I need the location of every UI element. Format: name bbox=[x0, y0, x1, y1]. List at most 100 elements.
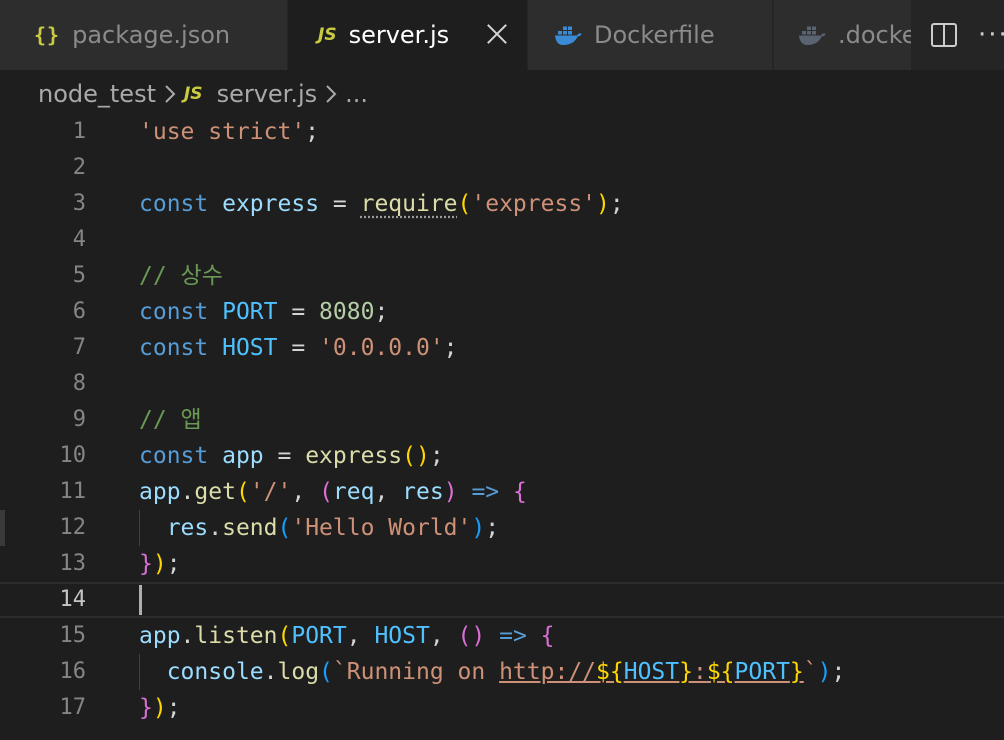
code-line[interactable]: 16 console.log(`Running on http://${HOST… bbox=[0, 654, 1004, 690]
js-icon: JS bbox=[183, 84, 203, 104]
code-line[interactable]: 3 const express = require('express'); bbox=[0, 186, 1004, 222]
code-token: ; bbox=[831, 659, 846, 685]
code-token: express bbox=[222, 191, 320, 217]
code-token: PORT bbox=[222, 299, 278, 325]
code-token: ( bbox=[277, 515, 292, 541]
code-token: HOST bbox=[623, 659, 680, 685]
code-line[interactable]: 13}); bbox=[0, 546, 1004, 582]
code-token: ${ bbox=[596, 659, 624, 685]
code-token: => bbox=[499, 623, 527, 649]
code-line[interactable]: 14 bbox=[0, 582, 1004, 618]
code-token: = bbox=[319, 191, 361, 217]
tab-server-js[interactable]: JS server.js bbox=[288, 0, 528, 70]
code-token: listen bbox=[194, 623, 278, 649]
tab-dockerfile[interactable]: Dockerfile bbox=[528, 0, 773, 70]
code-token: ) bbox=[443, 479, 458, 505]
code-token: ) bbox=[471, 515, 486, 541]
code-token: , bbox=[291, 479, 320, 505]
code-line[interactable]: 8 bbox=[0, 366, 1004, 402]
code-text: const PORT = 8080; bbox=[139, 294, 388, 330]
code-text: const express = require('express'); bbox=[139, 186, 624, 222]
code-token: HOST bbox=[374, 623, 430, 649]
code-token: ; bbox=[609, 191, 624, 217]
code-token: ) bbox=[596, 191, 610, 217]
code-line[interactable]: 11 app.get('/', (req, res) => { bbox=[0, 474, 1004, 510]
chevron-right-icon bbox=[325, 84, 337, 104]
code-line[interactable]: 17}); bbox=[0, 690, 1004, 726]
code-token: PORT bbox=[734, 659, 790, 685]
line-number: 2 bbox=[72, 155, 86, 180]
code-token: ; bbox=[374, 299, 389, 325]
code-text: // 상수 bbox=[139, 258, 223, 294]
code-token: require bbox=[360, 191, 458, 217]
code-token: req bbox=[332, 479, 375, 505]
code-line[interactable]: 2 bbox=[0, 150, 1004, 186]
code-line[interactable]: 10 const app = express(); bbox=[0, 438, 1004, 474]
line-number: 13 bbox=[59, 551, 87, 576]
tab-label: .docke bbox=[838, 21, 912, 49]
more-actions-icon[interactable]: ··· bbox=[978, 21, 1004, 49]
code-token: ; bbox=[443, 335, 458, 361]
close-tab-icon[interactable] bbox=[485, 22, 509, 46]
code-token: ${ bbox=[706, 659, 735, 685]
code-token: = bbox=[277, 299, 320, 325]
line-number: 10 bbox=[59, 443, 87, 468]
breadcrumb-file[interactable]: server.js bbox=[217, 80, 318, 108]
code-line[interactable]: 4 bbox=[0, 222, 1004, 258]
code-token: res bbox=[402, 479, 444, 505]
docker-icon bbox=[798, 24, 826, 46]
code-token: PORT bbox=[291, 623, 347, 649]
line-number: 3 bbox=[72, 191, 86, 216]
code-token: , bbox=[374, 479, 403, 505]
code-text: console.log(`Running on http://${HOST}:$… bbox=[139, 654, 846, 690]
code-line[interactable]: 12 res.send('Hello World'); bbox=[0, 510, 1004, 546]
code-line[interactable]: 6 const PORT = 8080; bbox=[0, 294, 1004, 330]
line-number: 11 bbox=[59, 479, 87, 504]
split-editor-icon[interactable] bbox=[930, 21, 958, 49]
line-number: 14 bbox=[59, 587, 87, 612]
code-line[interactable]: 5 // 상수 bbox=[0, 258, 1004, 294]
code-token: app bbox=[222, 443, 264, 469]
line-number: 8 bbox=[72, 371, 86, 396]
breadcrumb-symbols[interactable]: ... bbox=[345, 80, 368, 108]
code-token: : bbox=[692, 659, 707, 685]
js-icon: JS bbox=[318, 25, 337, 45]
code-token: . bbox=[208, 515, 223, 541]
breadcrumb-folder[interactable]: node_test bbox=[38, 80, 156, 108]
tab-label: server.js bbox=[348, 21, 450, 49]
code-token: app bbox=[139, 623, 181, 649]
code-text: }); bbox=[139, 690, 181, 726]
code-token: 'use strict' bbox=[139, 119, 306, 145]
code-token: = bbox=[277, 335, 320, 361]
code-line[interactable]: 9 // 앱 bbox=[0, 402, 1004, 438]
code-text: }); bbox=[139, 546, 181, 582]
code-line[interactable]: 7 const HOST = '0.0.0.0'; bbox=[0, 330, 1004, 366]
code-token: res bbox=[166, 515, 209, 541]
code-token: log bbox=[277, 659, 320, 685]
code-token: () bbox=[457, 623, 486, 649]
code-token: express bbox=[305, 443, 403, 469]
code-token: const bbox=[139, 299, 209, 325]
code-token: ; bbox=[429, 443, 444, 469]
code-line[interactable]: 15 app.listen(PORT, HOST, () => { bbox=[0, 618, 1004, 654]
code-editor[interactable]: 1'use strict'; 2 3 const express = require(… bbox=[0, 114, 1004, 740]
code-token: send bbox=[222, 515, 278, 541]
line-number: 17 bbox=[59, 695, 87, 720]
code-token: ; bbox=[166, 551, 181, 577]
code-token: ( bbox=[319, 659, 333, 685]
tab-dockerignore[interactable]: .docke bbox=[774, 0, 912, 70]
breadcrumb: node_test JS server.js ... bbox=[38, 72, 368, 116]
line-number: 5 bbox=[72, 263, 86, 288]
code-token: const bbox=[139, 191, 209, 217]
editor-actions: ··· bbox=[912, 0, 1004, 70]
code-line[interactable]: 1 'use strict'; bbox=[0, 114, 1004, 150]
line-number: 4 bbox=[72, 227, 86, 252]
tab-package-json[interactable]: {} package.json bbox=[0, 0, 288, 70]
code-token: => bbox=[471, 479, 500, 505]
